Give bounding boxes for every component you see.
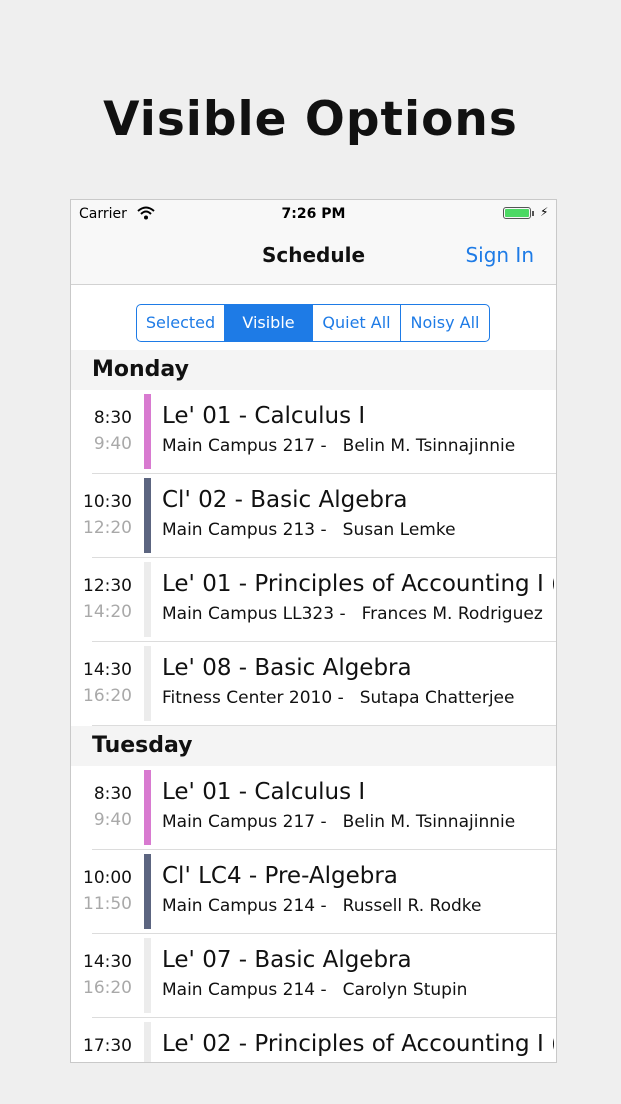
class-title: Cl' LC4 - Pre-Algebra (162, 863, 398, 889)
class-instructor: Belin M. Tsinnajinnie (342, 812, 516, 832)
class-title: Le' 08 - Basic Algebra (162, 655, 412, 681)
end-time: 14:20 (83, 602, 132, 622)
visibility-segmented-control: Selected Visible Quiet All Noisy All (136, 304, 490, 342)
class-location: Main Campus 217 - (162, 812, 327, 832)
schedule-list: Monday 8:30 9:40 Le' 01 - Calculus I Main Ca… (71, 350, 556, 1062)
class-color-bar (144, 562, 151, 637)
class-details: Main Campus LL323 - Frances M. Rodriguez (162, 604, 543, 624)
class-title: Le' 01 - Calculus I (162, 779, 366, 805)
start-time: 10:30 (83, 492, 132, 512)
class-title: Le' 01 - Principles of Accounting I (.. (162, 571, 554, 597)
class-title: Cl' 02 - Basic Algebra (162, 487, 408, 513)
class-location: Fitness Center 2010 - (162, 688, 344, 708)
class-details: Main Campus 214 - Carolyn Stupin (162, 980, 467, 1000)
start-time: 8:30 (93, 408, 132, 428)
start-time: 8:30 (93, 784, 132, 804)
status-bar: Carrier 7:26 PM ⚡ (71, 200, 556, 228)
class-row[interactable]: 10:30 12:20 Cl' 02 - Basic Algebra Main Cam… (71, 474, 556, 558)
class-row[interactable]: 10:00 11:50 Cl' LC4 - Pre-Algebra Main Camp… (71, 850, 556, 934)
end-time: 9:40 (93, 810, 132, 830)
class-title: Le' 01 - Calculus I (162, 403, 366, 429)
class-color-bar (144, 770, 151, 845)
class-instructor: Carolyn Stupin (342, 980, 468, 1000)
class-color-bar (144, 1022, 151, 1062)
class-title: Le' 02 - Principles of Accounting I (.. (162, 1031, 554, 1057)
class-instructor: Russell R. Rodke (342, 896, 482, 916)
class-instructor: Susan Lemke (342, 520, 456, 540)
class-row[interactable]: 14:30 16:20 Le' 08 - Basic Algebra Fitness … (71, 642, 556, 726)
class-location: Main Campus 214 - (162, 896, 327, 916)
status-time: 7:26 PM (281, 206, 346, 222)
class-details: Main Campus 217 - Belin M. Tsinnajinnie (162, 812, 515, 832)
start-time: 10:00 (83, 868, 132, 888)
class-color-bar (144, 938, 151, 1013)
class-location: Main Campus 217 - (162, 436, 327, 456)
end-time: 11:50 (83, 894, 132, 914)
start-time: 14:30 (83, 660, 132, 680)
segment-selected[interactable]: Selected (137, 305, 225, 341)
class-details: Main Campus 214 - Russell R. Rodke (162, 896, 481, 916)
end-time: 9:40 (93, 434, 132, 454)
class-color-bar (144, 854, 151, 929)
segment-quiet-all[interactable]: Quiet All (313, 305, 401, 341)
class-details: Main Campus 213 - Susan Lemke (162, 520, 456, 540)
class-row[interactable]: 12:30 14:20 Le' 01 - Principles of Account… (71, 558, 556, 642)
start-time: 12:30 (83, 576, 132, 596)
start-time: 17:30 (83, 1036, 132, 1056)
class-details: Main Campus 217 - Belin M. Tsinnajinnie (162, 436, 515, 456)
headline: Visible Options (103, 92, 518, 147)
navigation-bar: Schedule Sign In (71, 228, 556, 285)
class-color-bar (144, 394, 151, 469)
class-row[interactable]: 8:30 9:40 Le' 01 - Calculus I Main Campus 2… (71, 390, 556, 474)
row-divider (92, 725, 556, 726)
battery-cap (532, 211, 534, 216)
segment-visible[interactable]: Visible (225, 305, 313, 341)
class-location: Main Campus LL323 - (162, 604, 346, 624)
class-instructor: Belin M. Tsinnajinnie (342, 436, 516, 456)
phone-screen: Carrier 7:26 PM ⚡ Schedule Sign In Selec… (70, 199, 557, 1063)
class-row[interactable]: 8:30 9:40 Le' 01 - Calculus I Main Campus 2… (71, 766, 556, 850)
class-instructor: Frances M. Rodriguez (361, 604, 543, 624)
class-details: Fitness Center 2010 - Sutapa Chatterjee (162, 688, 514, 708)
class-row[interactable]: 17:30 Le' 02 - Principles of Accounting I… (71, 1018, 556, 1062)
charging-icon: ⚡ (540, 205, 549, 219)
segment-noisy-all[interactable]: Noisy All (401, 305, 489, 341)
class-title: Le' 07 - Basic Algebra (162, 947, 412, 973)
start-time: 14:30 (83, 952, 132, 972)
day-section-header: Monday (71, 350, 556, 390)
sign-in-button[interactable]: Sign In (465, 243, 534, 267)
class-location: Main Campus 213 - (162, 520, 327, 540)
end-time: 16:20 (83, 686, 132, 706)
end-time: 12:20 (83, 518, 132, 538)
battery-icon (503, 207, 531, 219)
class-color-bar (144, 646, 151, 721)
class-instructor: Sutapa Chatterjee (359, 688, 515, 708)
class-location: Main Campus 214 - (162, 980, 327, 1000)
day-section-header: Tuesday (71, 726, 556, 766)
class-color-bar (144, 478, 151, 553)
class-row[interactable]: 14:30 16:20 Le' 07 - Basic Algebra Main Cam… (71, 934, 556, 1018)
end-time: 16:20 (83, 978, 132, 998)
